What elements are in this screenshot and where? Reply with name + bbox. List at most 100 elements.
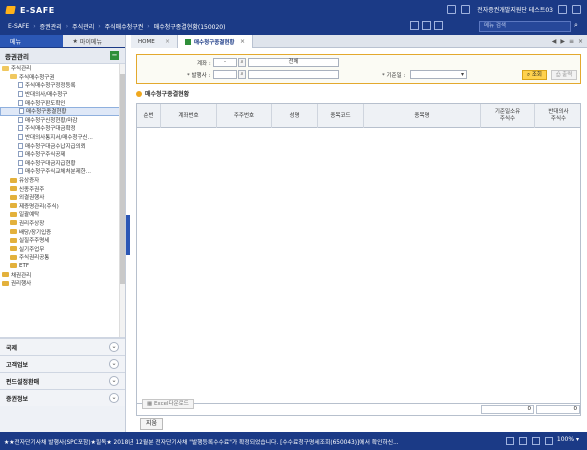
col-header-name[interactable]: 성명: [272, 104, 318, 128]
tab-home-label: HOME: [138, 38, 155, 45]
close-all-icon[interactable]: ×: [578, 38, 583, 45]
col-header-holder-no[interactable]: 주주번호: [217, 104, 272, 128]
breadcrumb-item[interactable]: 주식매수청구권: [105, 22, 144, 31]
logout-icon[interactable]: [572, 5, 581, 14]
col-header-seq[interactable]: 순번: [137, 104, 161, 128]
tree-item[interactable]: 신종주권주: [0, 184, 125, 193]
chevron-left-icon[interactable]: ◀: [552, 38, 557, 45]
tree-item[interactable]: 반대의사/매수청구: [0, 90, 125, 99]
tree-item[interactable]: 주식매수청구정정등록: [0, 81, 125, 90]
date-select[interactable]: [410, 70, 467, 79]
tree-item[interactable]: 매수청구신청현황/마감: [0, 116, 125, 125]
account-field[interactable]: -: [213, 58, 237, 67]
issuer-code-field[interactable]: [213, 70, 237, 79]
notification-icon[interactable]: [447, 5, 457, 14]
favorite-icon[interactable]: [422, 21, 431, 30]
tree-item[interactable]: 주식권리공통: [0, 253, 125, 262]
chevron-right-icon[interactable]: ▶: [560, 38, 565, 45]
camera-icon[interactable]: [545, 437, 553, 445]
tree-item[interactable]: 실질주주명세: [0, 236, 125, 245]
tree-item[interactable]: 매수청구주식교체처분제한...: [0, 167, 125, 176]
tree-item[interactable]: 주식관리: [0, 64, 125, 73]
close-icon[interactable]: ×: [240, 38, 245, 45]
tab-home[interactable]: HOME ×: [131, 35, 178, 48]
search-button[interactable]: ⌕ 조회: [522, 70, 547, 80]
tree-item[interactable]: 매수청구주식공제: [0, 150, 125, 159]
tree-item[interactable]: 매수청구대금수납지급의뢰: [0, 141, 125, 150]
breadcrumb-item[interactable]: 증권관리: [40, 22, 62, 31]
breadcrumb-item[interactable]: 주식관리: [72, 22, 94, 31]
col-header-stock-name[interactable]: 종목명: [364, 104, 481, 128]
app-logo[interactable]: E-SAFE: [6, 4, 55, 16]
col-header-base-shares[interactable]: 기준일소유 주식수: [481, 104, 535, 128]
tree-item-label: 주식관리: [11, 66, 32, 73]
tree-item[interactable]: 제증명관리(주식): [0, 202, 125, 211]
document-icon: [18, 125, 23, 132]
window-icon[interactable]: [532, 437, 540, 445]
section-fund[interactable]: 펀드설정환매 ⌄: [0, 372, 125, 389]
menu-icon[interactable]: [558, 5, 567, 14]
tab-current[interactable]: 매수청구종결현황 ×: [178, 35, 253, 48]
chevron-down-icon[interactable]: ⌄: [109, 393, 119, 403]
tree-item[interactable]: 반대의사통지서/매수청구신...: [0, 133, 125, 142]
section-securities-info[interactable]: 증권정보 ⌄: [0, 389, 125, 406]
issuer-name-field[interactable]: [248, 70, 339, 79]
tree-item[interactable]: ETF: [0, 262, 125, 271]
help-icon[interactable]: [434, 21, 443, 30]
print-button[interactable]: ⎙ 출력: [551, 70, 578, 80]
tree-scrollbar[interactable]: [119, 64, 125, 337]
section-international[interactable]: 국제 ⌄: [0, 338, 125, 355]
calculator-icon[interactable]: [506, 437, 514, 445]
tree-item[interactable]: 일괄예탁: [0, 210, 125, 219]
tree-item[interactable]: 매수청구종결현황: [0, 106, 125, 116]
account-name-field[interactable]: 전체: [248, 58, 339, 67]
document-icon: [18, 134, 23, 141]
col-header-account[interactable]: 계좌번호: [161, 104, 217, 128]
menu-search-input[interactable]: 메뉴 검색: [479, 21, 571, 32]
scroll-thumb[interactable]: [120, 74, 125, 284]
col-header-stock-code[interactable]: 종목코드: [318, 104, 364, 128]
excel-download-button[interactable]: ▦ Excel다운로드: [142, 399, 194, 409]
folder-icon: [10, 186, 17, 192]
col-header-dissent-shares[interactable]: 반대의사 주식수: [535, 104, 582, 128]
tree-item[interactable]: 매수청구대금지급현황: [0, 159, 125, 168]
section-title: 매수청구종결현황: [136, 89, 189, 98]
clear-button[interactable]: 지움: [140, 418, 164, 430]
chevron-down-icon[interactable]: ⌄: [109, 376, 119, 386]
tab-my-menu[interactable]: ★ 마이메뉴: [62, 35, 125, 47]
chevron-down-icon[interactable]: ⌄: [109, 359, 119, 369]
total-base-shares: 0: [481, 405, 534, 414]
top-bar: E-SAFE 전자증권개발지원단 테스트03 E-SAFE › 증권관리 › 주식관…: [0, 0, 587, 35]
tree-item[interactable]: 채권관리: [0, 270, 125, 279]
tree-item[interactable]: 매수청구판도확인: [0, 98, 125, 107]
document-icon: [18, 99, 23, 106]
chevron-down-icon[interactable]: ⌄: [109, 342, 119, 352]
collapse-icon[interactable]: −: [110, 51, 119, 60]
close-icon[interactable]: ×: [165, 38, 170, 45]
issuer-search-icon[interactable]: ⌕: [238, 70, 246, 79]
tree-item[interactable]: 권리주상장: [0, 219, 125, 228]
tree-item[interactable]: 권리행사: [0, 279, 125, 288]
tree-item[interactable]: 주식매수청구권: [0, 73, 125, 82]
tree-item[interactable]: 실기주업무: [0, 244, 125, 253]
tree-item[interactable]: 주식매수청구대금확정: [0, 124, 125, 133]
memo-icon[interactable]: [519, 437, 527, 445]
refresh-icon[interactable]: [410, 21, 419, 30]
zoom-level[interactable]: 100% ▾: [557, 436, 579, 443]
tree-item[interactable]: 배당/장기입증: [0, 227, 125, 236]
notice-ticker[interactable]: ★★전자단기사채 발행사(SPC포함)★필독★ 2018년 12월분 전자단기사…: [4, 437, 444, 446]
search-icon[interactable]: ⌕: [574, 21, 582, 31]
section-securities-mgmt[interactable]: 증권관리 −: [0, 48, 125, 64]
tab-menu[interactable]: 메뉴: [0, 35, 63, 47]
breadcrumb-item-home[interactable]: E-SAFE: [8, 23, 29, 30]
panel-splitter[interactable]: [126, 215, 130, 255]
user-icon[interactable]: [461, 5, 471, 14]
tab-list-icon[interactable]: ≡: [569, 38, 574, 45]
account-search-icon[interactable]: ⌕: [238, 58, 246, 67]
section-customer[interactable]: 고객업보 ⌄: [0, 355, 125, 372]
tree-item[interactable]: 유상증자: [0, 176, 125, 185]
folder-icon: [10, 254, 17, 260]
tree-item-label: 매수청구신청현황/마감: [25, 117, 78, 124]
tree-item-label: 매수청구주식공제: [25, 152, 66, 159]
tree-item[interactable]: 외결권행사: [0, 193, 125, 202]
